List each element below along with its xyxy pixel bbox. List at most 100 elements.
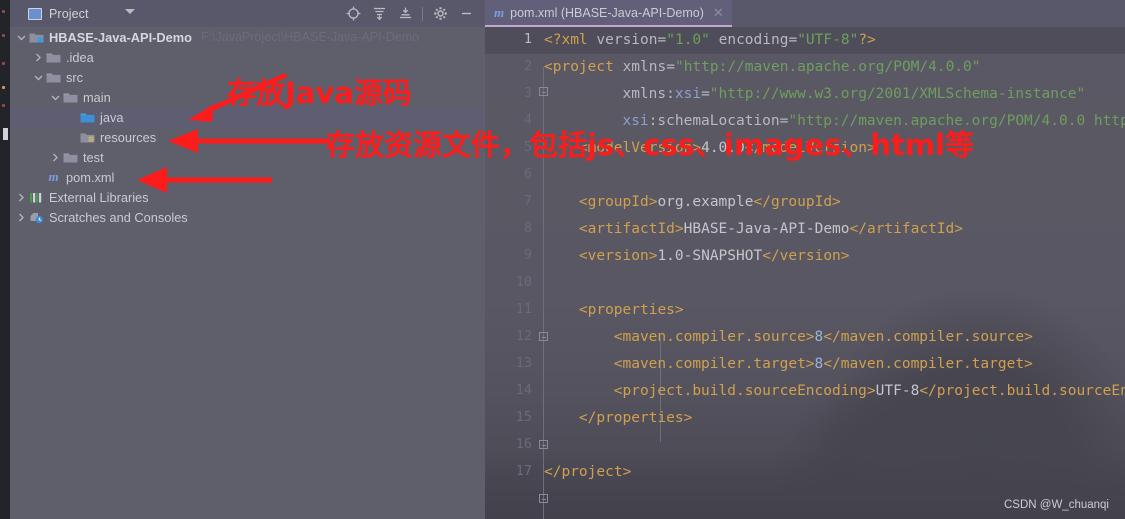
tree-node-main[interactable]: main: [10, 87, 485, 107]
project-file-tree: HBASE-Java-API-Demo F:\JavaProject\HBASE-…: [10, 27, 485, 519]
code-line: <modelVersion>4.0.0</modelVersion>: [579, 135, 876, 162]
libraries-icon: [29, 191, 44, 204]
tree-node-label: .idea: [66, 49, 94, 65]
tree-node-label: main: [83, 89, 111, 105]
code-token: "http://maven.apache.org/POM/4.0.0": [674, 59, 981, 75]
folder-icon: [46, 71, 61, 84]
chevron-right-icon[interactable]: [16, 192, 27, 203]
ide-window: Project HBASE-Java-API-Demo F:\JavaProje…: [0, 0, 1125, 519]
line-number: 2: [523, 58, 532, 74]
project-module-folder-icon: [29, 31, 44, 44]
line-number: 13: [515, 355, 532, 371]
code-line: <maven.compiler.target>8</maven.compiler…: [614, 351, 1033, 378]
code-line: <version>1.0-SNAPSHOT</version>: [579, 243, 850, 270]
csdn-watermark: CSDN @W_chuanqi: [1004, 499, 1109, 511]
code-view[interactable]: 1 2 3 4 5 6 7 8 9 10 11 12 13 14 15 16 17 <?xml version=…: [485, 27, 1125, 519]
close-icon[interactable]: ✕: [713, 5, 724, 21]
code-token: "http://maven.apache.org/POM/4.0.0 http: [788, 113, 1125, 129]
code-token: ?>: [858, 32, 876, 48]
locate-icon[interactable]: [340, 0, 366, 27]
code-token: <project.build.sourceEncoding>: [613, 383, 876, 399]
code-token: UTF-8: [875, 383, 920, 399]
code-line: <groupId>org.example</groupId>: [579, 189, 841, 216]
line-number: 11: [515, 301, 532, 317]
minimize-icon[interactable]: [453, 0, 479, 27]
chevron-right-icon[interactable]: [33, 52, 44, 63]
code-token: </maven.compiler.target>: [823, 356, 1033, 372]
gear-icon[interactable]: [427, 0, 453, 27]
tree-node-label: src: [66, 69, 84, 85]
editor-tab-bar: m pom.xml (HBASE-Java-API-Demo) ✕: [485, 0, 1125, 27]
code-token: </maven.compiler.source>: [823, 329, 1033, 345]
tree-node-test[interactable]: test: [10, 147, 485, 167]
code-token: </artifactId>: [849, 221, 964, 237]
toolbar-separator: [422, 6, 423, 21]
code-token: <version>: [578, 248, 658, 264]
editor-area: m pom.xml (HBASE-Java-API-Demo) ✕ 123456…: [485, 0, 1125, 519]
line-number: 3: [523, 85, 532, 101]
tree-node-hbase-java-api-demo[interactable]: HBASE-Java-API-Demo F:\JavaProject\HBASE-…: [10, 27, 485, 47]
tree-node-idea[interactable]: .idea: [10, 47, 485, 67]
code-line: <project xmlns="http://maven.apache.org/…: [544, 54, 981, 81]
code-token: HBASE-Java-API-Demo: [683, 221, 850, 237]
source-root-folder-icon: [80, 111, 95, 124]
chevron-down-icon[interactable]: [33, 72, 44, 83]
tree-node-src[interactable]: src: [10, 67, 485, 87]
tree-node-label: resources: [100, 129, 157, 145]
code-line: </properties>: [579, 405, 693, 432]
folder-icon: [63, 91, 78, 104]
code-token: 8: [814, 356, 824, 372]
code-text: <?xml version="1.0" encoding="UTF-8"?> <p…: [540, 27, 1125, 519]
code-line: <properties>: [579, 297, 684, 324]
tree-node-java[interactable]: java: [10, 107, 485, 127]
tree-node-external-libraries[interactable]: External Libraries: [10, 187, 485, 207]
code-token: encoding=: [709, 32, 798, 48]
code-token: </version>: [762, 248, 850, 264]
chevron-down-icon[interactable]: [50, 92, 61, 103]
line-number: 5: [523, 139, 532, 155]
tree-node-pom-xml[interactable]: m pom.xml: [10, 167, 485, 187]
project-panel-toolbar: [340, 0, 479, 27]
line-number: 1: [523, 31, 532, 47]
tab-label: pom.xml (HBASE-Java-API-Demo): [510, 5, 704, 20]
folder-icon: [63, 151, 78, 164]
expand-all-icon[interactable]: [366, 0, 392, 27]
line-number-gutter: 1 2 3 4 5 6 7 8 9 10 11 12 13 14 15 16 17: [485, 27, 540, 519]
code-token: "UTF-8": [797, 32, 859, 48]
collapse-all-icon[interactable]: [392, 0, 418, 27]
code-line: <maven.compiler.source>8</maven.compiler…: [614, 324, 1033, 351]
chevron-down-icon[interactable]: [16, 32, 27, 43]
line-number: 6: [523, 166, 532, 182]
code-token: xmlns=: [622, 59, 675, 75]
line-number: 14: [515, 382, 532, 398]
code-token: 4.0.0: [701, 140, 745, 156]
project-panel-title: Project: [49, 6, 89, 21]
tree-node-label: pom.xml: [66, 169, 115, 185]
code-token: :schemaLocation=: [648, 113, 789, 129]
tree-node-resources[interactable]: resources: [10, 127, 485, 147]
chevron-right-icon[interactable]: [50, 152, 61, 163]
tool-window-left-strip[interactable]: [0, 0, 10, 519]
chevron-down-icon[interactable]: [125, 9, 135, 14]
folder-icon: [46, 51, 61, 64]
code-token: <project: [544, 59, 623, 75]
tree-node-scratches-and-consoles[interactable]: Scratches and Consoles: [10, 207, 485, 227]
line-number: 16: [515, 436, 532, 452]
line-number: 17: [515, 463, 532, 479]
chevron-right-icon[interactable]: [16, 212, 27, 223]
project-panel-title-group[interactable]: Project: [28, 0, 89, 27]
code-token: xmlns:: [622, 86, 675, 102]
code-token: <artifactId>: [578, 221, 684, 237]
project-panel-icon: [28, 7, 42, 20]
code-token: <modelVersion>: [578, 140, 702, 156]
tab-pom-xml[interactable]: m pom.xml (HBASE-Java-API-Demo) ✕: [485, 0, 732, 27]
code-token: </project.build.sourceEncoding>: [919, 383, 1125, 399]
code-token: <maven.compiler.target>: [613, 356, 815, 372]
tree-node-path: F:\JavaProject\HBASE-Java-API-Demo: [200, 30, 420, 44]
project-tool-window: Project HBASE-Java-API-Demo F:\JavaProje…: [10, 0, 485, 519]
maven-file-icon: m: [494, 4, 505, 20]
line-number: 9: [523, 247, 532, 263]
code-token: <groupId>: [578, 194, 658, 210]
code-token: 1.0-SNAPSHOT: [657, 248, 763, 264]
code-token: 8: [814, 329, 824, 345]
